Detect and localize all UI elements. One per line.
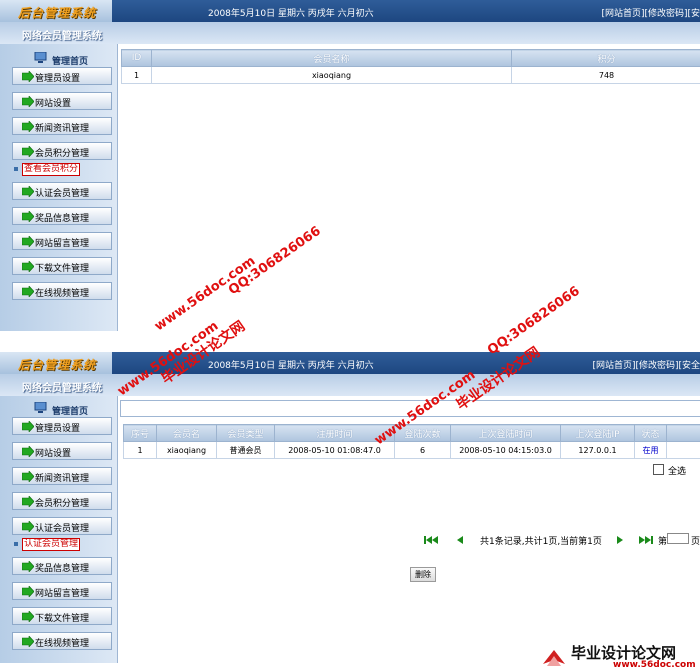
goto-label: 第 <box>658 537 668 547</box>
sidebar-item[interactable]: 会员积分管理 <box>12 142 112 160</box>
green-arrow-icon <box>22 71 34 82</box>
green-arrow-icon <box>22 471 34 482</box>
sub-header-bar: 网络会员管理系统 <box>0 22 700 44</box>
col-header-extra <box>666 424 700 442</box>
header-links[interactable]: [网站首页][修改密码][安全 <box>592 358 700 371</box>
logo: 后台管理系统 <box>0 0 112 22</box>
green-arrow-icon <box>22 421 34 432</box>
col-header-id: ID <box>121 49 152 67</box>
sidebar: 管理首页 管理员设置 网站设置 新闻资讯管理 会员积分管理 查看会员积分 认证会员管理 奖品… <box>0 44 117 331</box>
book-logo-icon <box>543 650 565 666</box>
sidebar-item[interactable]: 奖品信息管理 <box>12 207 112 225</box>
sidebar-item[interactable]: 网站留言管理 <box>12 232 112 250</box>
green-arrow-icon <box>22 146 34 157</box>
goto-suffix: 页 <box>691 537 700 547</box>
col-header-no: 序号 <box>123 424 157 442</box>
green-arrow-icon <box>22 96 34 107</box>
sidebar-item[interactable]: 网站留言管理 <box>12 582 112 600</box>
green-arrow-icon <box>22 286 34 297</box>
date-display: 2008年5月10日 星期六 丙戌年 六月初六 <box>208 9 374 19</box>
green-arrow-icon <box>22 586 34 597</box>
select-all-checkbox[interactable] <box>653 464 664 475</box>
sidebar-item[interactable]: 认证会员管理 <box>12 517 112 535</box>
delete-button[interactable]: 删除 <box>410 567 436 582</box>
sidebar-item[interactable]: 管理员设置 <box>12 417 112 435</box>
date-display: 2008年5月10日 星期六 丙戌年 六月初六 <box>208 361 374 371</box>
select-all-row: 全选 <box>651 463 700 477</box>
sidebar-item[interactable]: 认证会员管理 <box>12 182 112 200</box>
computer-icon <box>34 52 47 63</box>
col-header-points: 积分 <box>511 49 700 67</box>
sidebar-item[interactable]: 新闻资讯管理 <box>12 467 112 485</box>
sidebar-item[interactable]: 在线视频管理 <box>12 632 112 650</box>
top-header-bar: 后台管理系统 2008年5月10日 星期六 丙戌年 六月初六 [网站首页][修改… <box>0 352 700 374</box>
sidebar-item[interactable]: 管理员设置 <box>12 67 112 85</box>
sidebar-item[interactable]: 下载文件管理 <box>12 607 112 625</box>
footer-watermark: 毕业设计论文网 www.56doc.com <box>535 640 700 672</box>
sidebar-item[interactable]: 奖品信息管理 <box>12 557 112 575</box>
table-row: 1 xiaoqiang 普通会员 2008-05-10 01:08:47.0 6… <box>123 441 700 459</box>
first-page-icon[interactable] <box>424 535 438 545</box>
prev-page-icon[interactable] <box>454 535 468 545</box>
sidebar-item[interactable]: 下载文件管理 <box>12 257 112 275</box>
col-header-member-name: 会员名 <box>156 424 217 442</box>
members-table: 序号 会员名 会员类型 注册时间 登陆次数 上次登陆时间 上次登陆IP 状态 1… <box>123 424 700 459</box>
page-number-input[interactable] <box>667 533 689 544</box>
bullet-icon <box>14 542 18 546</box>
sidebar: 管理首页 管理员设置 网站设置 新闻资讯管理 会员积分管理 认证会员管理 认证会员管理 奖品… <box>0 396 117 663</box>
sidebar-item[interactable]: 网站设置 <box>12 442 112 460</box>
content-area: 序号 会员名 会员类型 注册时间 登陆次数 上次登陆时间 上次登陆IP 状态 1… <box>117 396 700 663</box>
sidebar-item[interactable]: 在线视频管理 <box>12 282 112 300</box>
col-header-member-type: 会员类型 <box>216 424 275 442</box>
green-arrow-icon <box>22 521 34 532</box>
col-header-last-login-ip: 上次登陆IP <box>560 424 635 442</box>
sidebar-item[interactable]: 会员积分管理 <box>12 492 112 510</box>
system-title: 网络会员管理系统 <box>22 383 102 394</box>
points-table: ID 会员名称 积分 1 xiaoqiang 748 <box>121 49 700 84</box>
header-links[interactable]: [网站首页][修改密码][安 <box>601 6 700 19</box>
col-header-last-login-time: 上次登陆时间 <box>450 424 561 442</box>
screenshot-points-view: 后台管理系统 2008年5月10日 星期六 丙戌年 六月初六 [网站首页][修改… <box>0 0 700 331</box>
next-page-icon[interactable] <box>613 535 627 545</box>
green-arrow-icon <box>22 236 34 247</box>
green-arrow-icon <box>22 446 34 457</box>
green-arrow-icon <box>22 611 34 622</box>
bullet-icon <box>14 167 18 171</box>
green-arrow-icon <box>22 496 34 507</box>
green-arrow-icon <box>22 261 34 272</box>
status-link[interactable]: 在用 <box>634 441 667 459</box>
col-header-status: 状态 <box>634 424 667 442</box>
computer-icon <box>34 402 47 413</box>
sidebar-home[interactable]: 管理首页 <box>4 402 116 417</box>
col-header-member-name: 会员名称 <box>151 49 512 67</box>
sidebar-item[interactable]: 新闻资讯管理 <box>12 117 112 135</box>
logo: 后台管理系统 <box>0 352 112 374</box>
green-arrow-icon <box>22 211 34 222</box>
table-row: 1 xiaoqiang 748 <box>121 66 700 84</box>
sidebar-item[interactable]: 网站设置 <box>12 92 112 110</box>
last-page-icon[interactable] <box>639 535 653 545</box>
system-title: 网络会员管理系统 <box>22 31 102 42</box>
green-arrow-icon <box>22 561 34 572</box>
green-arrow-icon <box>22 121 34 132</box>
green-arrow-icon <box>22 636 34 647</box>
pager-summary: 共1条记录,共计1页,当前第1页 <box>480 537 602 547</box>
sidebar-home[interactable]: 管理首页 <box>4 52 116 67</box>
sub-header-bar: 网络会员管理系统 <box>0 374 700 396</box>
screenshot-members-view: 后台管理系统 2008年5月10日 星期六 丙戌年 六月初六 [网站首页][修改… <box>0 352 700 663</box>
top-header-bar: 后台管理系统 2008年5月10日 星期六 丙戌年 六月初六 [网站首页][修改… <box>0 0 700 22</box>
green-arrow-icon <box>22 186 34 197</box>
